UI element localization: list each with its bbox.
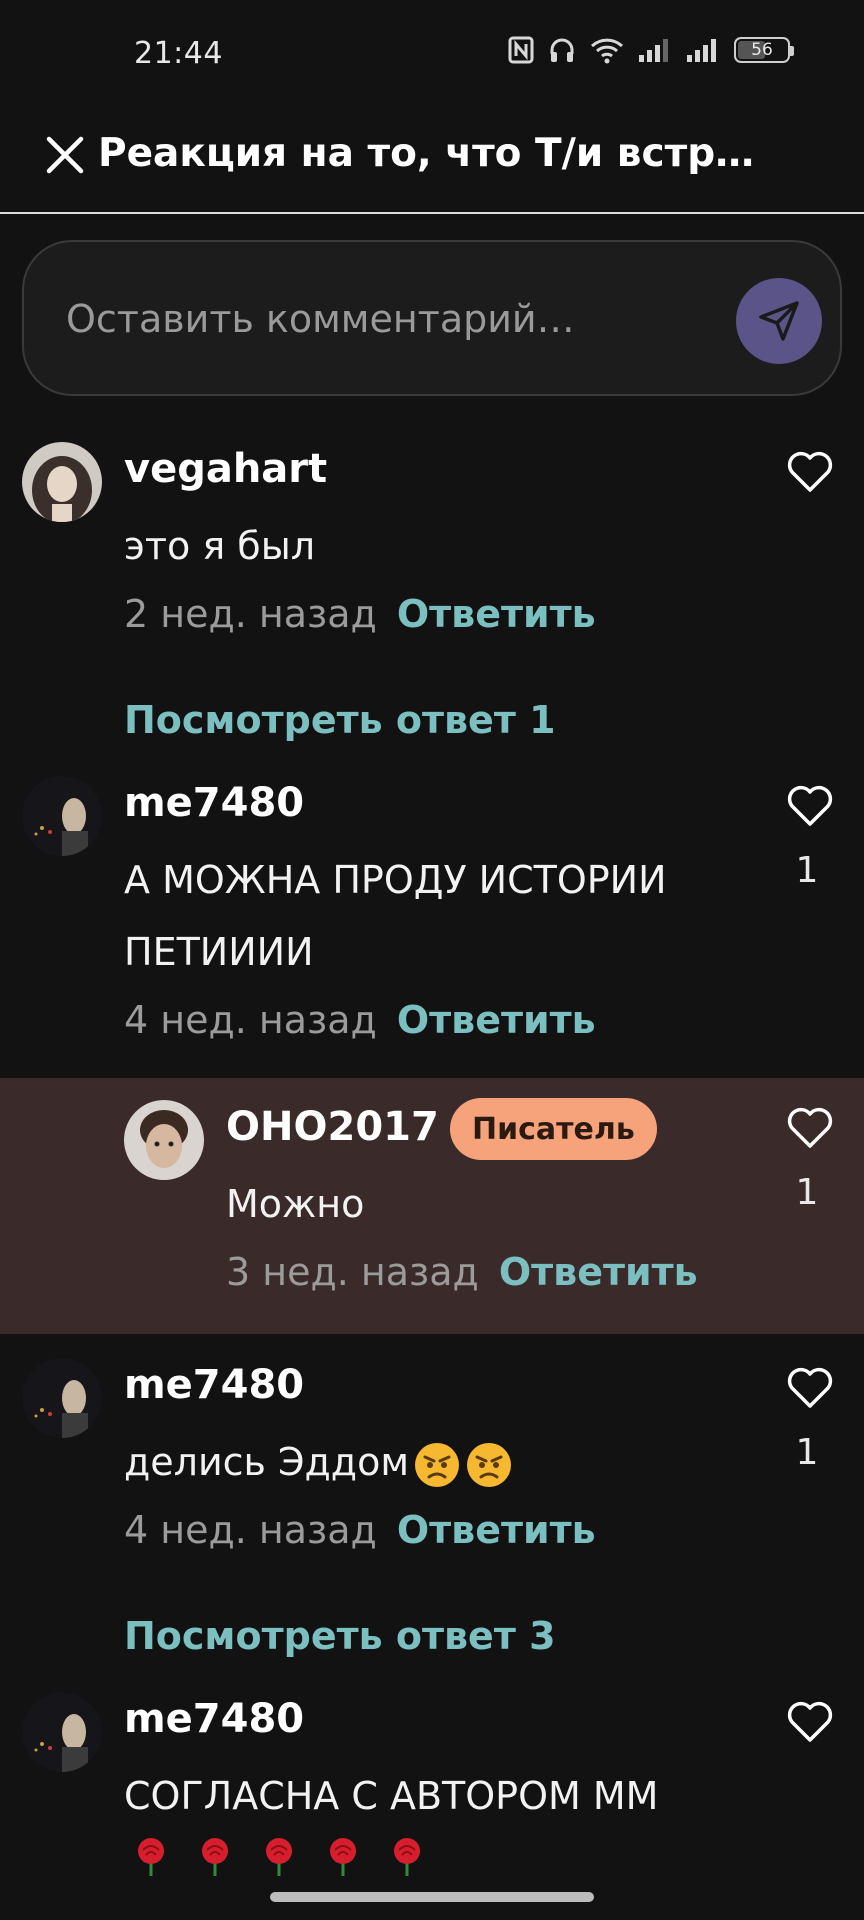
page-title: Реакция на то, что Т/и встр… xyxy=(98,131,755,176)
comment-text-content: делись Эддом xyxy=(124,1440,409,1484)
view-replies-link[interactable]: Посмотреть ответ 1 xyxy=(124,698,556,742)
comment-time: 3 нед. назад xyxy=(226,1250,479,1294)
comment-text: делись Эддом xyxy=(124,1426,513,1498)
home-bar[interactable] xyxy=(270,1892,594,1902)
close-button[interactable] xyxy=(40,130,90,180)
home-indicator xyxy=(0,1876,864,1920)
avatar[interactable] xyxy=(124,1100,204,1180)
comment-username[interactable]: vegahart xyxy=(124,446,327,492)
avatar[interactable] xyxy=(22,776,102,856)
battery-level: 56 xyxy=(751,40,773,60)
wifi-icon xyxy=(590,36,624,64)
comment-box xyxy=(22,240,842,396)
battery-icon: 56 xyxy=(734,37,794,63)
reply-button[interactable]: Ответить xyxy=(397,592,596,636)
status-time: 21:44 xyxy=(134,36,223,71)
angry-face-emoji xyxy=(415,1442,459,1487)
avatar[interactable] xyxy=(22,1358,102,1438)
signal-icon xyxy=(686,37,720,63)
header: Реакция на то, что Т/и встр… xyxy=(0,110,864,214)
comment-text: Можно xyxy=(226,1182,365,1226)
reply-item: OHO2017 Писатель Можно 3 нед. назад Ответ… xyxy=(0,1078,864,1334)
rose-emoji-row xyxy=(130,1836,428,1878)
comment-input[interactable] xyxy=(64,286,728,352)
rose-emoji xyxy=(202,1838,228,1876)
angry-face-emoji xyxy=(467,1442,511,1487)
like-count: 1 xyxy=(795,850,819,891)
headphones-icon xyxy=(548,36,576,64)
signal-icon xyxy=(638,37,672,63)
rose-emoji xyxy=(266,1838,292,1876)
comment-text: это я был xyxy=(124,524,315,568)
like-count: 1 xyxy=(795,1432,819,1473)
reply-button[interactable]: Ответить xyxy=(397,1508,596,1552)
writer-badge: Писатель xyxy=(450,1098,657,1160)
comment-meta: 4 нед. назад Ответить xyxy=(124,1508,596,1552)
comment-text: СОГЛАСНА С АВТОРОМ ММ xyxy=(124,1774,659,1818)
send-button[interactable] xyxy=(736,278,822,364)
reply-button[interactable]: Ответить xyxy=(397,998,596,1042)
rose-emoji xyxy=(394,1838,420,1876)
comment-username[interactable]: me7480 xyxy=(124,1696,304,1742)
close-icon xyxy=(46,136,84,174)
comment-time: 2 нед. назад xyxy=(124,592,377,636)
comment-time: 4 нед. назад xyxy=(124,998,377,1042)
nfc-icon xyxy=(508,36,534,64)
status-icons: 56 xyxy=(508,36,794,64)
comment-time: 4 нед. назад xyxy=(124,1508,377,1552)
status-bar: 21:44 56 xyxy=(0,0,864,110)
comment-username[interactable]: me7480 xyxy=(124,1362,304,1408)
rose-emoji xyxy=(138,1838,164,1876)
comment-meta: 4 нед. назад Ответить xyxy=(124,998,596,1042)
heart-icon[interactable] xyxy=(784,1362,836,1414)
send-icon xyxy=(759,301,799,341)
comment-meta: 3 нед. назад Ответить xyxy=(226,1250,698,1294)
avatar[interactable] xyxy=(22,1692,102,1772)
heart-icon[interactable] xyxy=(784,1696,836,1748)
comment-text: А МОЖНА ПРОДУ ИСТОРИИ ПЕТИИИИ xyxy=(124,858,667,974)
heart-icon[interactable] xyxy=(784,780,836,832)
comment-meta: 2 нед. назад Ответить xyxy=(124,592,596,636)
view-replies-link[interactable]: Посмотреть ответ 3 xyxy=(124,1614,556,1658)
like-count: 1 xyxy=(795,1172,819,1213)
avatar[interactable] xyxy=(22,442,102,522)
rose-emoji xyxy=(330,1838,356,1876)
heart-icon[interactable] xyxy=(784,446,836,498)
comment-username[interactable]: me7480 xyxy=(124,780,304,826)
comment-username[interactable]: OHO2017 xyxy=(226,1104,439,1150)
reply-button[interactable]: Ответить xyxy=(499,1250,698,1294)
heart-icon[interactable] xyxy=(784,1102,836,1154)
